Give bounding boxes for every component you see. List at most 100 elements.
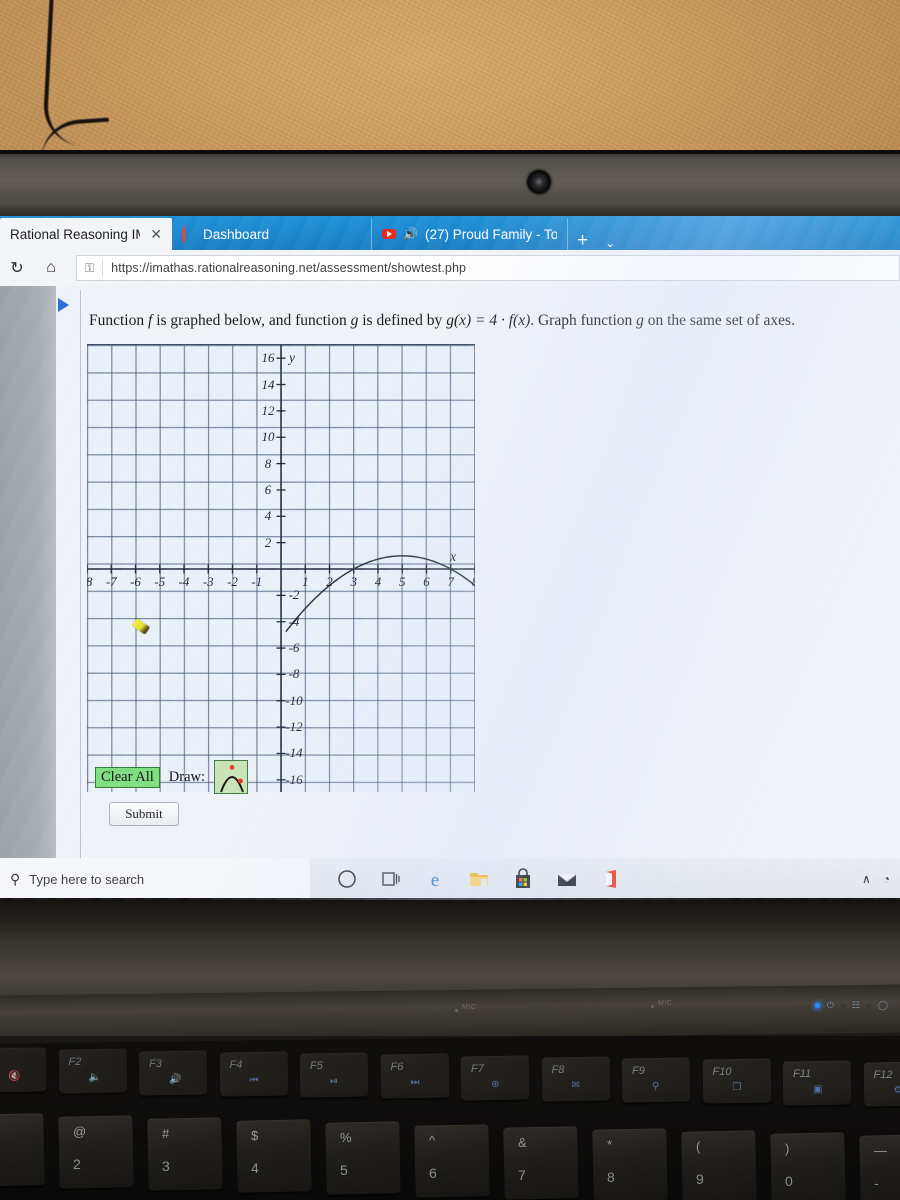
- key-7[interactable]: [503, 1125, 579, 1200]
- task-view-icon[interactable]: [380, 868, 402, 890]
- mic-dot-right: [651, 1005, 654, 1008]
- key-glyph: ⏭: [410, 1077, 420, 1089]
- key-number: 4: [251, 1160, 259, 1177]
- x-tick-label: -1: [251, 574, 263, 589]
- y-tick-label: -2: [288, 587, 300, 603]
- loading-spinner-icon: [182, 225, 196, 244]
- x-tick-label: 6: [423, 574, 430, 589]
- key-3[interactable]: [147, 1117, 223, 1191]
- edge-icon[interactable]: e: [424, 868, 446, 891]
- y-tick-label: 2: [264, 534, 272, 550]
- tab-dashboard[interactable]: Dashboard: [172, 218, 372, 250]
- youtube-icon: [382, 227, 396, 241]
- close-icon[interactable]: ✕: [150, 226, 162, 243]
- page-content: Function f is graphed below, and functio…: [0, 286, 900, 900]
- key-symbol: @: [73, 1124, 87, 1140]
- mic-label-left: MIC: [462, 1004, 477, 1011]
- x-tick-label: 5: [399, 574, 406, 589]
- status-leds: ⏻ ☷ ◯: [814, 1000, 888, 1011]
- url-text: https://imathas.rationalreasoning.net/as…: [111, 261, 467, 275]
- key-label: F4: [229, 1058, 243, 1071]
- tab-proud-family[interactable]: 🔊 (27) Proud Family - Torǹ: [372, 218, 568, 250]
- key-label: F10: [712, 1066, 732, 1079]
- tray-extra-icon[interactable]: ◔: [883, 872, 890, 886]
- qt-part1: Function: [89, 312, 148, 329]
- key-0[interactable]: [770, 1132, 846, 1200]
- expand-arrow-icon[interactable]: [58, 298, 69, 312]
- cortana-icon[interactable]: [336, 868, 358, 890]
- key-symbol: %: [340, 1130, 352, 1146]
- speaker-playing-icon[interactable]: 🔊: [403, 227, 418, 241]
- x-tick-label: 8: [472, 574, 475, 590]
- key-5[interactable]: [325, 1121, 401, 1196]
- qt-part2: is graphed below, and function: [152, 312, 351, 329]
- lock-icon: ⚿: [85, 260, 95, 275]
- key-glyph: ⏯: [330, 1076, 338, 1087]
- refresh-icon[interactable]: ↻: [0, 258, 34, 278]
- file-explorer-icon[interactable]: [468, 868, 490, 890]
- y-tick-label: -6: [288, 640, 300, 656]
- home-icon[interactable]: ⌂: [34, 259, 68, 277]
- magnifier-icon: ⚲: [10, 870, 21, 887]
- new-tab-button[interactable]: +: [568, 231, 597, 250]
- key-number: 5: [340, 1162, 348, 1179]
- y-tick-label: -12: [285, 719, 303, 735]
- graph-toolbar: Clear All Draw:: [95, 760, 249, 794]
- graph-canvas[interactable]: -8-7-6-5-4-3-2-112345678161412108642-2-4…: [87, 344, 475, 792]
- y-tick-label: -16: [285, 771, 303, 787]
- disk-icon: ☷: [851, 1000, 860, 1010]
- key-glyph: ✉: [571, 1079, 580, 1091]
- tab-rational-reasoning[interactable]: Rational Reasoning IMa ✕: [0, 218, 172, 250]
- y-axis-label: y: [289, 350, 295, 366]
- key-4[interactable]: [236, 1119, 312, 1194]
- parabola-tool-button[interactable]: [214, 760, 249, 794]
- x-tick-label: -7: [105, 574, 117, 589]
- key-label: F1: [0, 1055, 1, 1067]
- chevron-down-icon[interactable]: ⌄: [597, 236, 623, 250]
- y-tick-label: 6: [264, 481, 272, 497]
- key-8[interactable]: [592, 1127, 668, 1200]
- x-tick-label: -8: [87, 574, 92, 590]
- key-number: -: [874, 1175, 879, 1191]
- clear-all-button[interactable]: Clear All: [95, 766, 160, 788]
- key-f1[interactable]: [0, 1047, 47, 1093]
- key-symbol: —: [874, 1143, 887, 1158]
- webcam-icon: [527, 170, 551, 194]
- system-tray: ∧ ◔: [862, 872, 900, 886]
- key-number: 8: [607, 1168, 615, 1185]
- key-symbol: $: [251, 1128, 259, 1144]
- microsoft-store-icon[interactable]: [512, 868, 534, 890]
- key-symbol: ): [785, 1140, 790, 1156]
- power-led: [814, 1003, 820, 1008]
- x-tick-label: -3: [202, 574, 214, 589]
- key-1[interactable]: [0, 1113, 45, 1187]
- submit-button[interactable]: Submit: [109, 802, 179, 826]
- y-tick-label: 4: [264, 508, 272, 524]
- key-number: 2: [73, 1156, 81, 1173]
- key-glyph: ⚲: [652, 1081, 660, 1092]
- key-glyph: ⊕: [491, 1078, 500, 1090]
- windows-taskbar: ⚲ Type here to search e ∧ ◔: [0, 858, 900, 900]
- key-number: 3: [162, 1158, 170, 1175]
- draw-label: Draw:: [168, 768, 206, 785]
- search-input[interactable]: ⚲ Type here to search: [0, 858, 310, 900]
- key-6[interactable]: [414, 1123, 490, 1198]
- office-icon[interactable]: [600, 868, 622, 890]
- tray-chevron-icon[interactable]: ∧: [862, 872, 871, 886]
- key-label: F12: [873, 1068, 893, 1081]
- key-label: F5: [310, 1060, 323, 1072]
- key-glyph: ⏮: [249, 1074, 259, 1086]
- laptop-bezel: [0, 150, 900, 218]
- key-number: 7: [518, 1166, 526, 1183]
- tab-title: Dashboard: [203, 226, 270, 242]
- divider: [102, 260, 104, 276]
- url-input[interactable]: ⚿ https://imathas.rationalreasoning.net/…: [76, 255, 900, 281]
- mail-icon[interactable]: [556, 868, 578, 890]
- key-glyph: 🔊: [169, 1073, 182, 1085]
- key-2[interactable]: [58, 1115, 134, 1189]
- y-tick-label: 10: [261, 429, 275, 445]
- key-9[interactable]: [681, 1130, 757, 1200]
- key-number: 6: [429, 1164, 437, 1181]
- qt-part3: is defined by: [358, 312, 447, 329]
- x-tick-label: 3: [350, 574, 358, 589]
